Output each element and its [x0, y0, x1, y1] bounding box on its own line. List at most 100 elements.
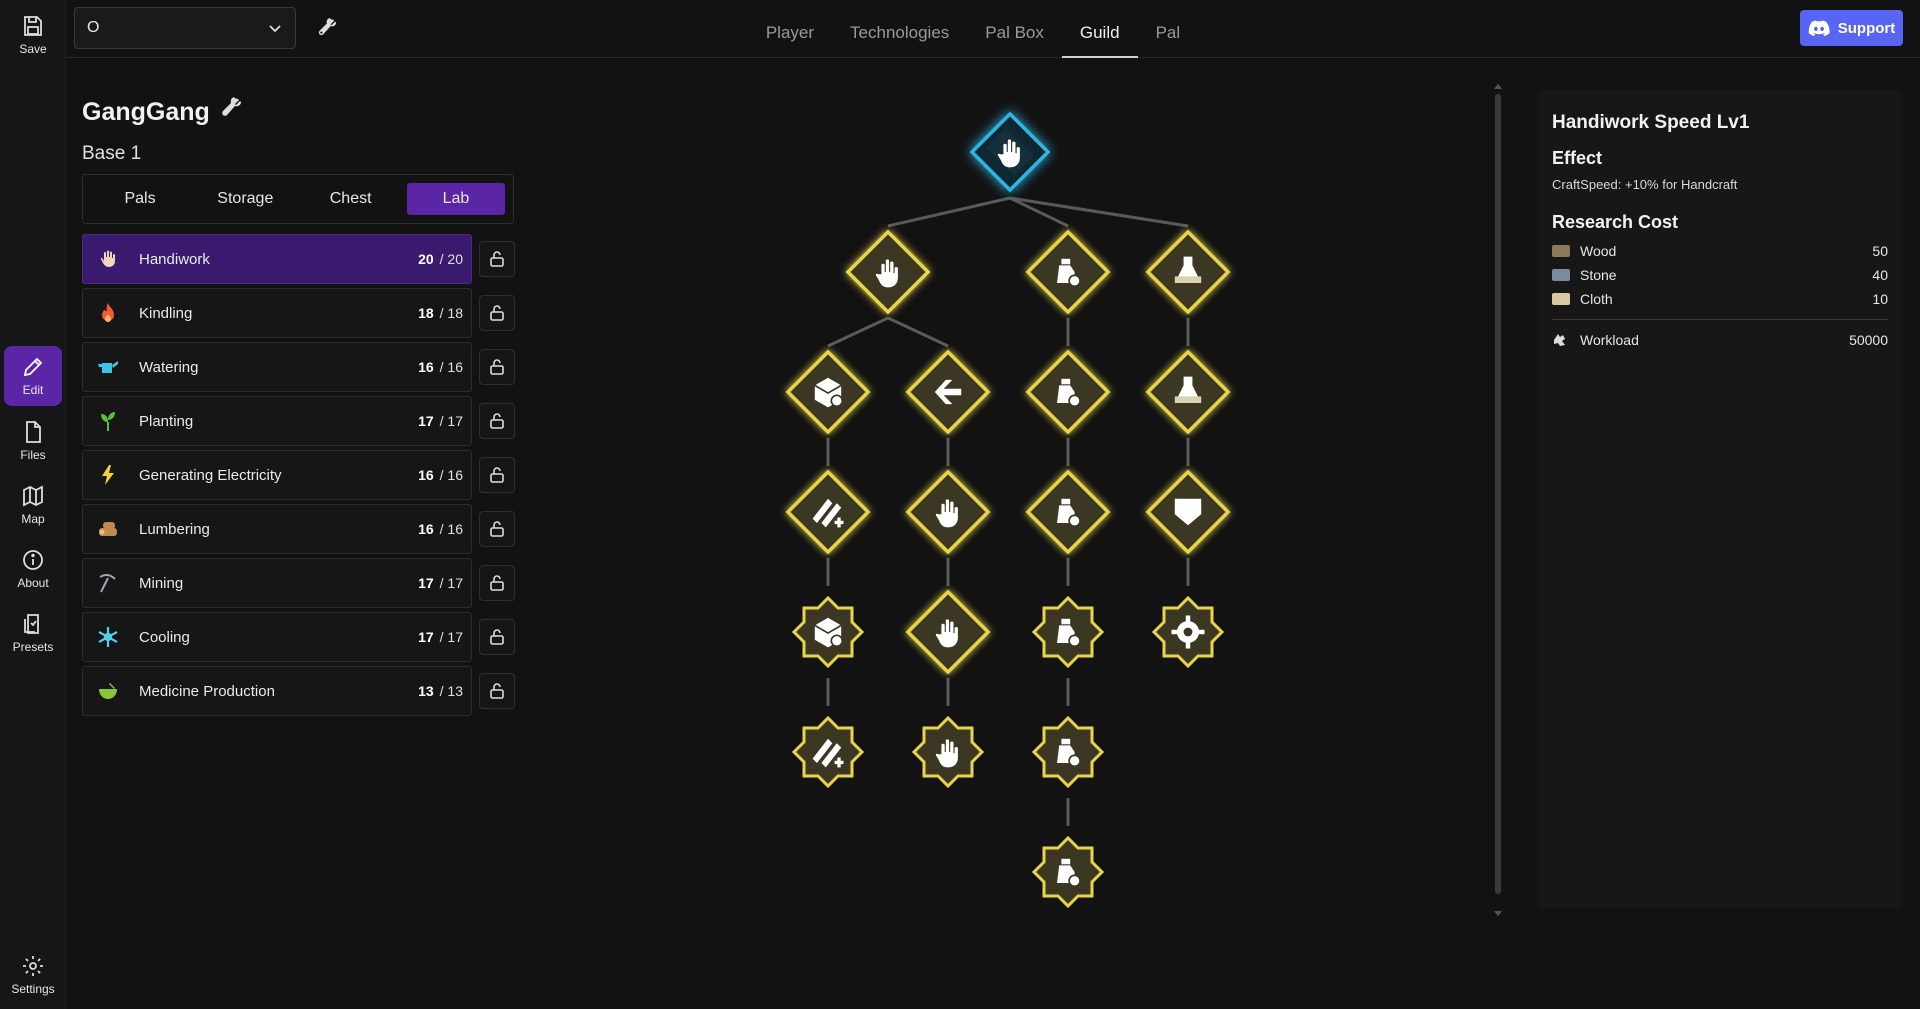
research-node-hand[interactable]	[905, 589, 991, 675]
research-cost-heading: Research Cost	[1552, 212, 1679, 232]
pencil-icon	[23, 357, 43, 377]
lock-button[interactable]	[479, 457, 515, 493]
tree-scrollbar[interactable]	[1493, 82, 1503, 918]
map-nav-button[interactable]: Map	[4, 476, 62, 534]
tree-connector	[827, 316, 889, 348]
about-nav-label: About	[17, 576, 49, 590]
wrench-icon	[318, 17, 337, 36]
work-row[interactable]: Mining 17 / 17	[82, 558, 472, 608]
research-node-flask[interactable]	[1145, 229, 1231, 315]
work-max: / 16	[439, 359, 463, 375]
scroll-thumb[interactable]	[1495, 94, 1501, 894]
about-nav-button[interactable]: About	[4, 540, 62, 598]
research-tree-graph	[785, 111, 1231, 909]
work-row[interactable]: Planting 17 / 17	[82, 396, 472, 446]
support-label: Support	[1837, 19, 1896, 37]
research-node-hand[interactable]	[905, 469, 991, 555]
research-node-box[interactable]	[785, 349, 871, 435]
watering-can-icon	[97, 356, 119, 378]
work-label: Planting	[139, 412, 194, 430]
lock-button[interactable]	[479, 349, 515, 385]
support-button[interactable]: Support	[1800, 10, 1903, 46]
subtab-pals[interactable]: Pals	[91, 183, 189, 215]
work-count: 20	[418, 251, 434, 267]
unlock-icon	[490, 575, 504, 591]
lock-button[interactable]	[479, 295, 515, 331]
files-nav-button[interactable]: Files	[4, 412, 62, 470]
tab-pal-box[interactable]: Pal Box	[967, 0, 1062, 58]
work-row[interactable]: Watering 16 / 16	[82, 342, 472, 392]
research-node-ammo[interactable]	[785, 469, 871, 555]
work-row[interactable]: Handiwork 20 / 20	[82, 234, 472, 284]
gear-icon	[23, 956, 43, 976]
research-node-bag[interactable]	[1031, 595, 1105, 669]
tab-guild[interactable]: Guild	[1061, 0, 1138, 58]
unlock-icon	[490, 305, 504, 321]
work-label: Generating Electricity	[139, 466, 282, 484]
settings-nav-button[interactable]: Settings	[4, 946, 62, 1004]
scroll-up-icon	[1494, 84, 1502, 89]
lock-button[interactable]	[479, 511, 515, 547]
settings-nav-label: Settings	[11, 982, 55, 996]
lock-button[interactable]	[479, 619, 515, 655]
research-node-hand[interactable]	[845, 229, 931, 315]
tab-pal[interactable]: Pal	[1138, 0, 1199, 58]
lock-button[interactable]	[479, 241, 515, 277]
workload-icon	[1554, 334, 1565, 346]
subtab-storage[interactable]: Storage	[196, 183, 294, 215]
work-row[interactable]: Kindling 18 / 18	[82, 288, 472, 338]
research-node-shield[interactable]	[1145, 469, 1231, 555]
subtab-chest[interactable]: Chest	[302, 183, 400, 215]
wrench-icon	[222, 97, 241, 116]
work-label: Lumbering	[139, 520, 210, 538]
research-node-hand[interactable]	[969, 111, 1051, 193]
work-max: / 18	[439, 305, 463, 321]
work-label: Handiwork	[139, 250, 210, 268]
work-row[interactable]: Generating Electricity 16 / 16	[82, 450, 472, 500]
research-node-bag[interactable]	[1031, 835, 1105, 909]
research-node-hand[interactable]	[911, 715, 985, 789]
research-node-flask[interactable]	[1145, 349, 1231, 435]
work-row[interactable]: Medicine Production 13 / 13	[82, 666, 472, 716]
cost-value: 50	[1872, 243, 1888, 259]
lock-button[interactable]	[479, 565, 515, 601]
work-row[interactable]: Lumbering 16 / 16	[82, 504, 472, 554]
work-label: Medicine Production	[139, 682, 275, 700]
research-node-gear[interactable]	[1151, 595, 1225, 669]
research-node-bag[interactable]	[1031, 715, 1105, 789]
work-max: / 16	[439, 467, 463, 483]
research-node-bag[interactable]	[1025, 229, 1111, 315]
base-name: Base 1	[82, 143, 142, 164]
save-selector[interactable]: O	[74, 7, 296, 49]
subtab-lab[interactable]: Lab	[406, 183, 505, 215]
research-node-bag[interactable]	[1025, 349, 1111, 435]
save-nav-button[interactable]: Save	[4, 6, 62, 64]
lightning-icon	[97, 464, 119, 486]
research-node-box[interactable]	[791, 595, 865, 669]
research-title: Handiwork Speed Lv1	[1552, 112, 1750, 133]
lock-button[interactable]	[479, 403, 515, 439]
presets-nav-label: Presets	[12, 640, 54, 654]
guild-edit-button[interactable]	[218, 96, 246, 124]
work-label: Cooling	[139, 628, 190, 646]
cost-name: Stone	[1580, 267, 1617, 283]
research-node-arrow[interactable]	[905, 349, 991, 435]
save-selector-value: O	[87, 19, 100, 36]
work-count: 17	[418, 629, 434, 645]
work-max: / 20	[439, 251, 463, 267]
work-count: 18	[418, 305, 434, 321]
tab-technologies[interactable]: Technologies	[832, 0, 967, 58]
work-label: Mining	[139, 574, 184, 592]
edit-nav-button[interactable]: Edit	[4, 346, 62, 406]
research-node-ammo[interactable]	[791, 715, 865, 789]
map-icon	[23, 485, 43, 507]
lock-button[interactable]	[479, 673, 515, 709]
work-count: 16	[418, 359, 434, 375]
work-row[interactable]: Cooling 17 / 17	[82, 612, 472, 662]
presets-nav-button[interactable]: Presets	[4, 604, 62, 662]
cost-row: Cloth 10	[1552, 287, 1888, 311]
work-max: / 13	[439, 683, 463, 699]
research-node-bag[interactable]	[1025, 469, 1111, 555]
tab-player[interactable]: Player	[748, 0, 832, 58]
wrench-button[interactable]	[312, 14, 340, 42]
